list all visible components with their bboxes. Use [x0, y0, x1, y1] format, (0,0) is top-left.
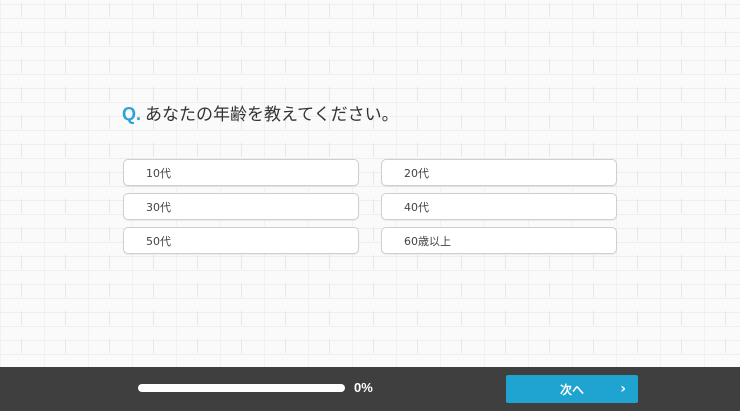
answer-options: 10代 20代 30代 40代 50代 60歳以上 [123, 159, 617, 254]
next-button[interactable]: 次へ › [506, 375, 638, 403]
option-label: 30代 [146, 200, 171, 214]
option-20s[interactable]: 20代 [381, 159, 617, 186]
option-label: 40代 [404, 200, 429, 214]
option-50s[interactable]: 50代 [123, 227, 359, 254]
option-label: 60歳以上 [404, 234, 451, 248]
footer-bar: 0% 次へ › [0, 367, 740, 411]
option-label: 20代 [404, 166, 429, 180]
chevron-right-icon: › [620, 381, 626, 397]
option-label: 10代 [146, 166, 171, 180]
option-10s[interactable]: 10代 [123, 159, 359, 186]
question-heading: Q. あなたの年齢を教えてください。 [122, 100, 399, 125]
progress-bar [138, 384, 345, 392]
option-60-plus[interactable]: 60歳以上 [381, 227, 617, 254]
option-label: 50代 [146, 234, 171, 248]
progress-percent: 0% [354, 380, 373, 395]
option-30s[interactable]: 30代 [123, 193, 359, 220]
next-button-label: 次へ [559, 382, 584, 397]
question-text: あなたの年齢を教えてください。 [145, 105, 399, 125]
question-prefix: Q. [122, 104, 142, 124]
option-40s[interactable]: 40代 [381, 193, 617, 220]
